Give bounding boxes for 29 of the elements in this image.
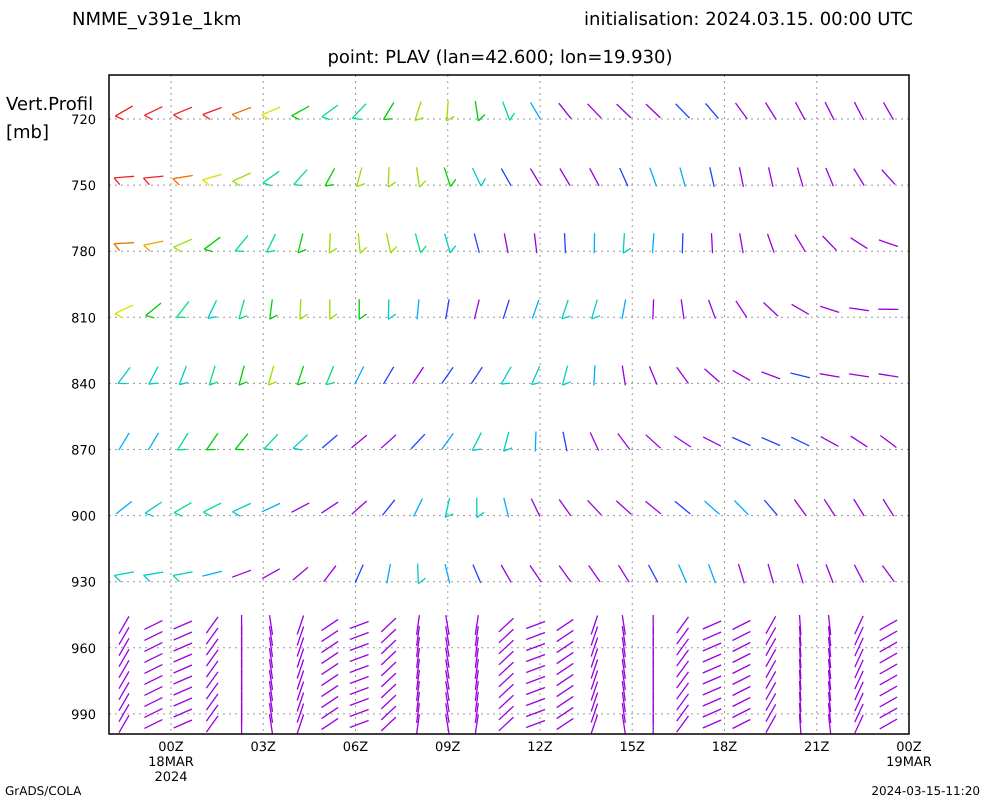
x-tick-label: 03Z	[250, 740, 276, 755]
x-tick-label: 18Z	[712, 740, 738, 755]
y-tick-label: 960	[71, 642, 96, 657]
plot-title: point: PLAV (lan=42.600; lon=19.930)	[328, 47, 672, 68]
y-tick-label: 930	[71, 576, 96, 591]
x-tick-label: 2024	[154, 770, 188, 785]
footer-timestamp: 2024-03-15-11:20	[871, 784, 980, 798]
x-tick-label: 09Z	[435, 740, 460, 755]
x-tick-label: 00Z	[158, 740, 184, 755]
y-tick-label: 870	[71, 444, 96, 458]
x-tick-label: 15Z	[620, 740, 645, 755]
x-tick-label: 12Z	[527, 740, 553, 755]
x-tick-label: 19MAR	[886, 755, 932, 770]
x-tick-label: 18MAR	[148, 755, 194, 770]
y-tick-label: 840	[71, 377, 96, 392]
y-tick-label: 990	[71, 708, 96, 723]
y-tick-label: 750	[71, 179, 96, 194]
footer-credit: GrADS/COLA	[5, 784, 82, 798]
y-tick-label: 720	[71, 113, 96, 128]
x-tick-label: 00Z	[896, 740, 922, 755]
model-name: NMME_v391e_1km	[72, 9, 242, 30]
y-tick-label: 780	[71, 245, 96, 260]
x-tick-label: 06Z	[342, 740, 368, 755]
y-tick-label: 900	[71, 510, 96, 525]
y-tick-label: 810	[71, 311, 96, 326]
y-axis-label: Vert.Profil	[6, 94, 94, 115]
x-tick-label: 21Z	[804, 740, 830, 755]
initialisation-time: initialisation: 2024.03.15. 00:00 UTC	[584, 9, 913, 30]
y-axis-label: [mb]	[6, 122, 50, 143]
